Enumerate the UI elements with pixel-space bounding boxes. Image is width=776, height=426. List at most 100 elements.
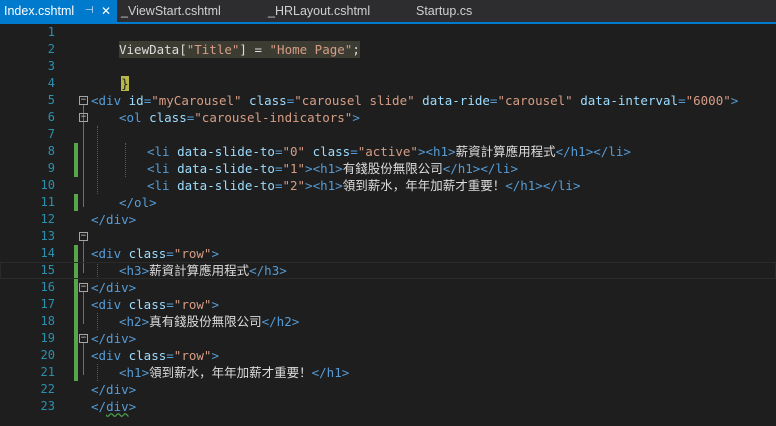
collapse-icon[interactable]: − (79, 113, 88, 122)
code-line-20: <h1>領到薪水，年年加薪才重要！</h1> (119, 364, 349, 381)
line-number: 23 (40, 399, 55, 413)
code-token: = (166, 297, 174, 312)
tab-viewstart-cshtml[interactable]: _ViewStart.cshtml (121, 0, 221, 22)
code-token: "2" (282, 178, 306, 193)
code-token: <h2> (119, 314, 150, 329)
code-token: "active" (357, 144, 418, 159)
code-token: 薪資計算應用程式 (455, 144, 556, 159)
line-number: 12 (40, 212, 55, 226)
document-tab-bar: Index.cshtml ⊣ ✕ _ViewStart.cshtml _HRLa… (0, 0, 776, 24)
code-token: data-ride (414, 93, 490, 108)
indent-guide (97, 313, 98, 330)
line-number: 5 (47, 93, 55, 107)
code-token: data-slide-to (169, 178, 275, 193)
code-token: 領到薪水，年年加薪才重要！ (149, 365, 312, 380)
code-token: </div> (91, 382, 137, 397)
code-line-7: <li data-slide-to="0" class="active"><h1… (147, 143, 631, 160)
code-token: </h1> (311, 365, 350, 380)
code-token: div (106, 399, 129, 414)
code-token: class (141, 110, 187, 125)
code-token: <div (91, 348, 122, 363)
code-token: </li> (480, 161, 518, 176)
tab-startup-cs[interactable]: Startup.cs (416, 0, 472, 22)
code-token: "carousel-indicators" (194, 110, 353, 125)
code-token: "myCarousel" (151, 93, 242, 108)
code-token: class (121, 348, 167, 363)
line-number: 9 (47, 161, 55, 175)
collapse-icon[interactable]: − (79, 232, 88, 241)
code-token: = (350, 144, 358, 159)
collapse-icon[interactable]: − (79, 283, 88, 292)
code-token: ; (352, 42, 360, 57)
code-token: </h2> (261, 314, 300, 329)
code-token: = (166, 348, 174, 363)
line-number: 1 (47, 25, 55, 39)
code-token: "row" (173, 246, 212, 261)
code-token: data-interval (572, 93, 679, 108)
change-marker (74, 143, 78, 160)
code-line-22: </div> (91, 398, 136, 415)
code-token: <div (91, 297, 122, 312)
tab-index-cshtml[interactable]: Index.cshtml ⊣ ✕ (0, 0, 117, 22)
line-number: 17 (40, 297, 55, 311)
line-number: 6 (47, 110, 55, 124)
code-line-15: </div> (91, 279, 136, 296)
code-token: <ol (119, 110, 142, 125)
code-token: <li (147, 178, 170, 193)
code-token: 真有錢股份無限公司 (149, 314, 262, 329)
line-number: 7 (47, 127, 55, 141)
tab-hrlayout-cshtml[interactable]: _HRLayout.cshtml (268, 0, 370, 22)
line-number: 18 (40, 314, 55, 328)
code-token: 有錢股份無限公司 (342, 161, 443, 176)
line-number: 4 (47, 76, 55, 90)
tab-label: _ViewStart.cshtml (121, 4, 221, 18)
code-token: > (352, 110, 360, 125)
code-token: ViewData[ (119, 42, 187, 57)
tab-label: _HRLayout.cshtml (268, 4, 371, 18)
line-number: 22 (40, 382, 55, 396)
code-token: > (305, 178, 313, 193)
fold-rail (83, 292, 84, 324)
code-token: > (305, 161, 313, 176)
collapse-icon[interactable]: − (79, 334, 88, 343)
code-token: ] = (239, 42, 270, 57)
code-line-11: </div> (91, 211, 136, 228)
pin-icon[interactable]: ⊣ (85, 0, 94, 22)
line-number: 13 (40, 229, 55, 243)
change-marker (74, 160, 78, 177)
close-icon[interactable]: ✕ (101, 0, 111, 22)
code-line-19: <div class="row"> (91, 347, 219, 364)
code-token: > (211, 246, 219, 261)
code-token: </li> (593, 144, 631, 159)
code-token: </div> (91, 331, 137, 346)
line-number: 8 (47, 144, 55, 158)
code-token: <h1> (312, 178, 343, 193)
code-token: "Home Page" (269, 42, 353, 57)
code-line-17: <h2>真有錢股份無限公司</h2> (119, 313, 299, 330)
line-number: 16 (40, 280, 55, 294)
code-token: class (121, 297, 167, 312)
code-token: "row" (173, 297, 212, 312)
code-token: </div> (91, 280, 137, 295)
code-token: </h1> (555, 144, 594, 159)
code-token: "1" (282, 161, 306, 176)
collapse-icon[interactable]: − (79, 96, 88, 105)
code-editor[interactable]: 1 2 3 4 5 6 7 8 9 10 11 12 13 14 15 16 1… (0, 24, 776, 426)
code-line-8: <li data-slide-to="1"><h1>有錢股份無限公司</h1><… (147, 160, 518, 177)
code-token: </li> (542, 178, 581, 193)
line-number: 10 (40, 178, 55, 192)
line-number: 14 (40, 246, 55, 260)
code-token: class (241, 93, 287, 108)
code-token: <li (147, 161, 170, 176)
code-token: id (121, 93, 144, 108)
code-token: </h1> (442, 161, 481, 176)
line-number: 20 (40, 348, 55, 362)
code-token: > (128, 399, 137, 414)
code-token: 領到薪水，年年加薪才重要！ (342, 178, 506, 193)
code-line-16: <div class="row"> (91, 296, 219, 313)
line-number: 3 (47, 59, 55, 73)
code-token: "Title" (186, 42, 240, 57)
code-line-5: <div id="myCarousel" class="carousel sli… (91, 92, 738, 109)
code-token: data-slide-to (169, 161, 275, 176)
code-token: class (121, 246, 167, 261)
